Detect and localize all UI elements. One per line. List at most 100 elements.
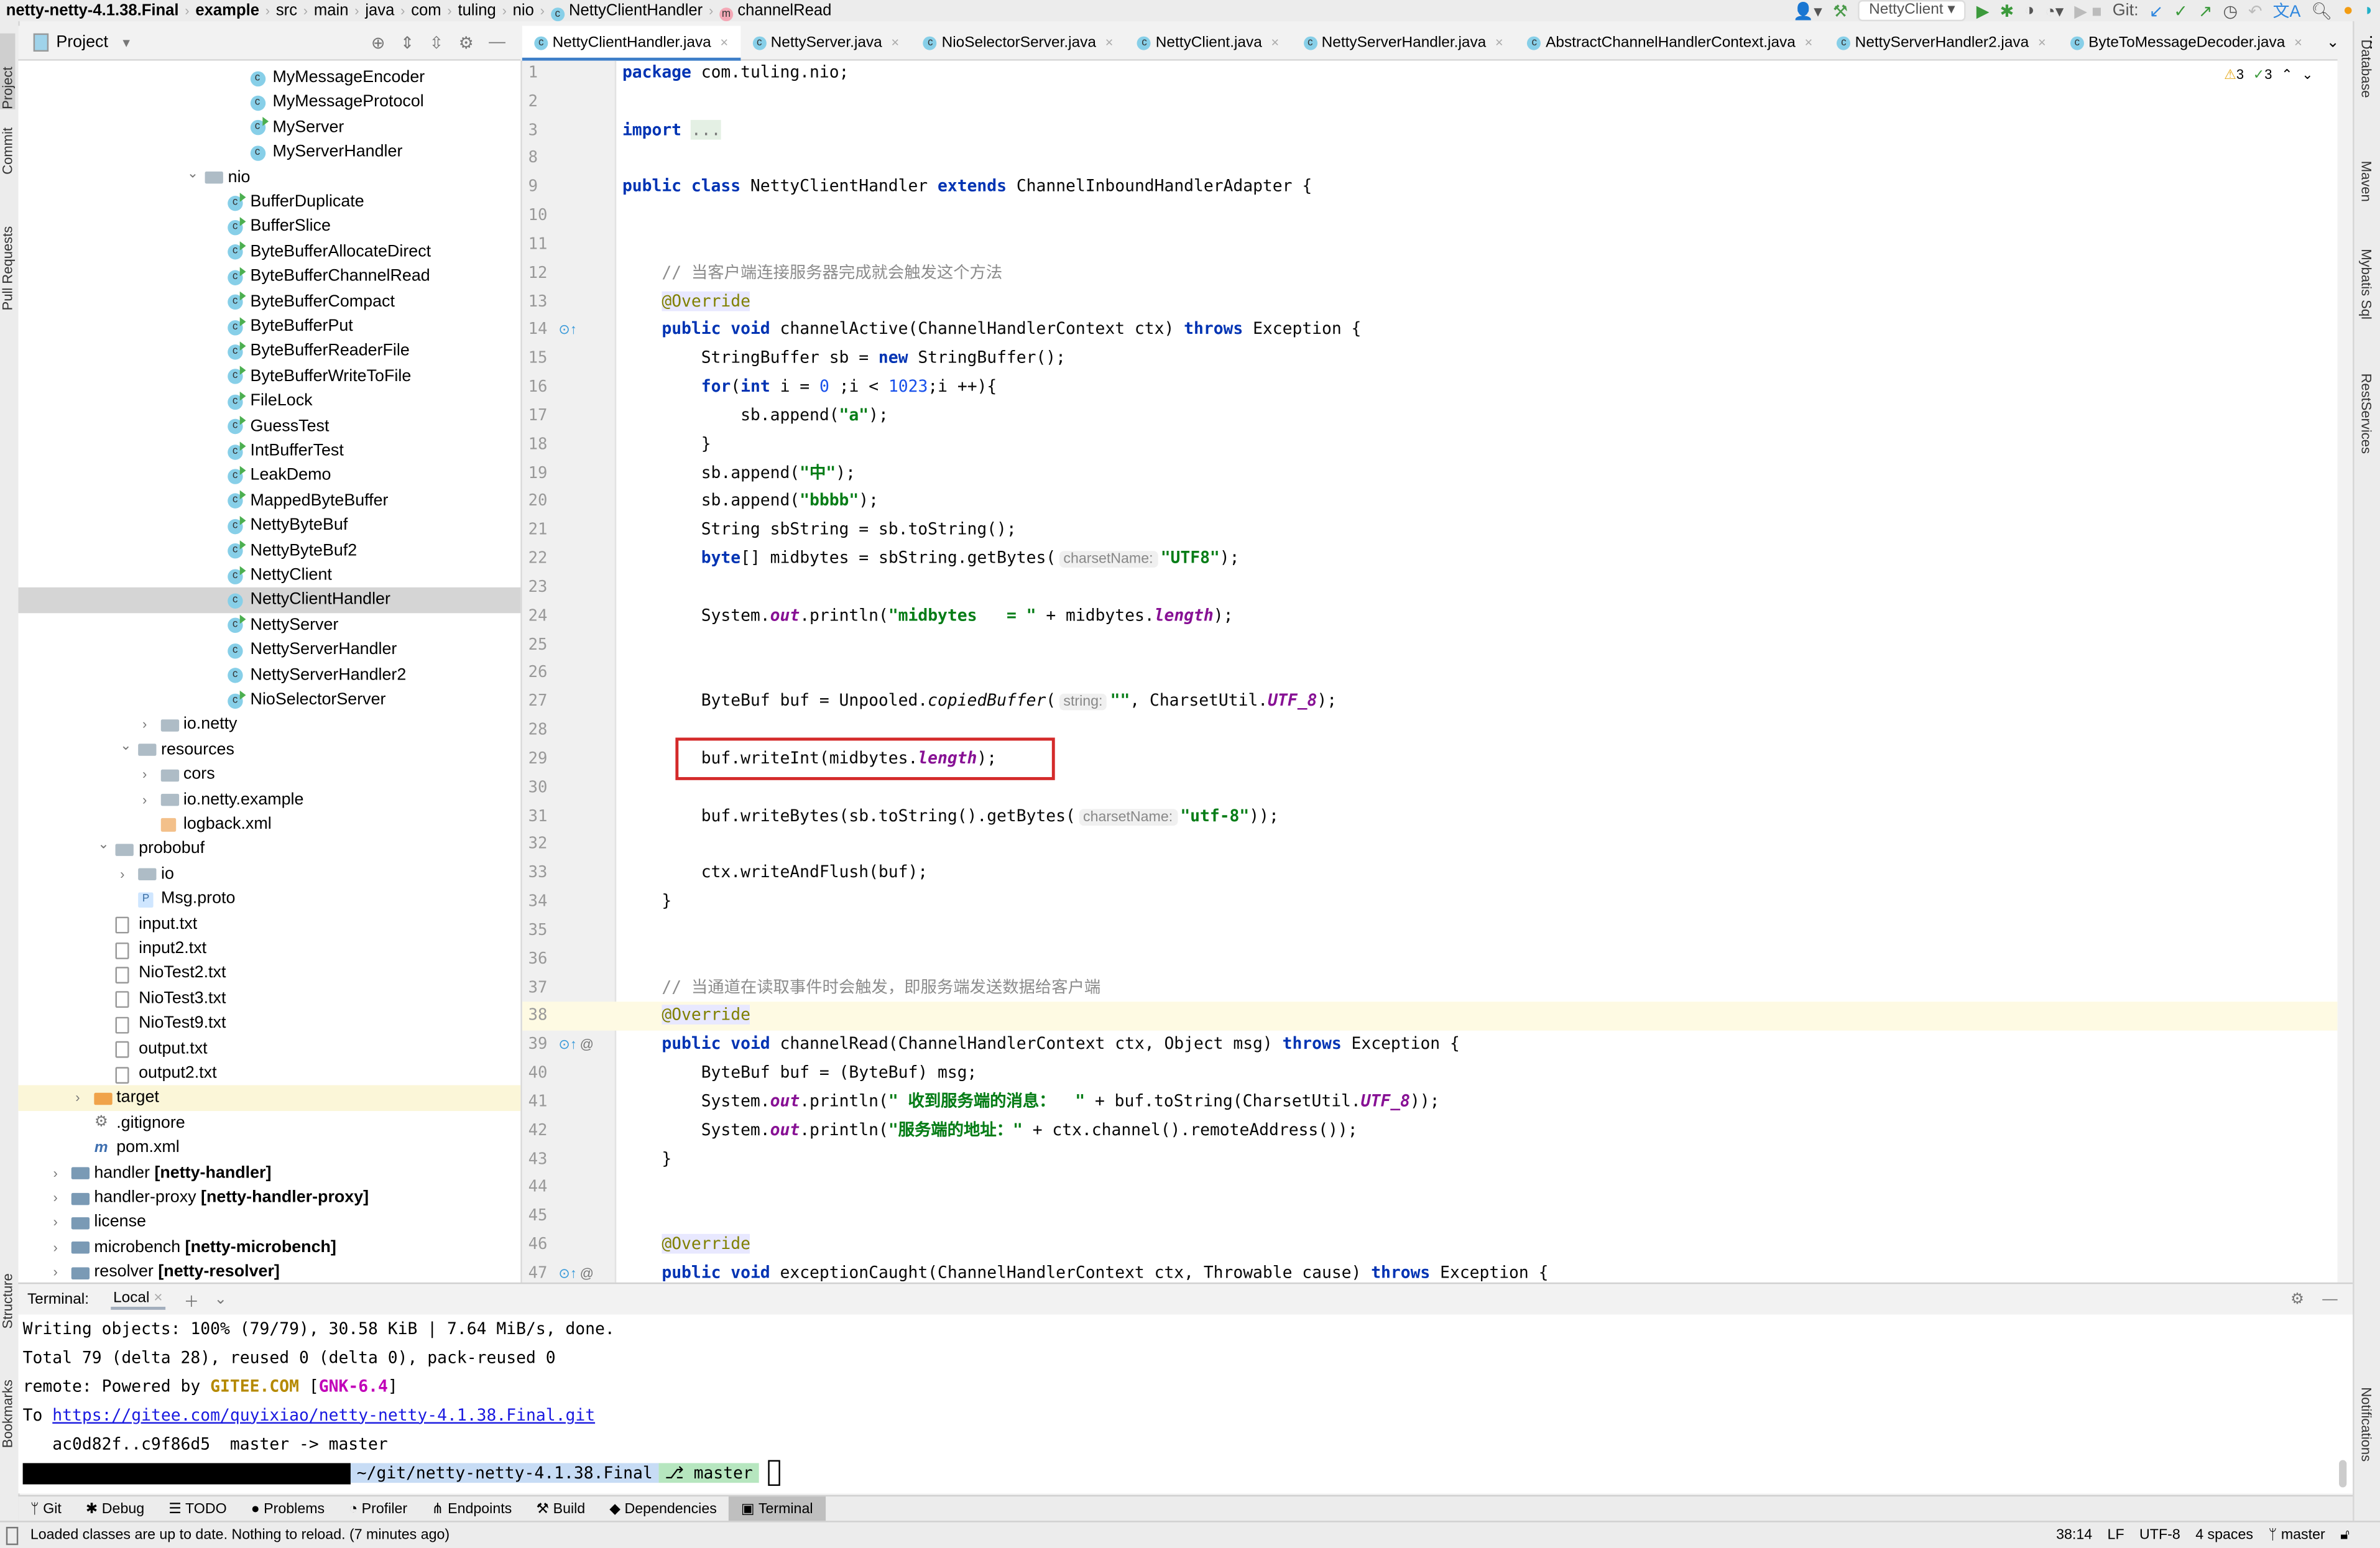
tree-item[interactable]: c GuessTest [18, 413, 520, 438]
history-icon[interactable]: ◷ [2223, 1, 2237, 21]
close-icon[interactable]: × [1804, 35, 1812, 50]
project-view-select[interactable]: Project [56, 34, 108, 52]
tool-window-terminal[interactable]: ▣ Terminal [729, 1496, 826, 1523]
user-icon[interactable]: 👤▾ [1793, 1, 1822, 21]
run-icon[interactable]: ▶ [1976, 1, 1990, 21]
tool-window-commit[interactable]: Commit [0, 127, 15, 175]
tree-item[interactable]: P Msg.proto [18, 887, 520, 911]
tree-item[interactable]: ⌄ nio [18, 165, 520, 190]
tool-window-dependencies[interactable]: ◆ Dependencies [597, 1496, 729, 1523]
terminal-link[interactable]: https://gitee.com/quyixiao/netty-netty-4… [52, 1405, 595, 1425]
tree-item[interactable]: c ByteBufferCompact [18, 289, 520, 314]
breadcrumb-item[interactable]: netty-netty-4.1.38.Final [0, 1, 185, 19]
terminal-cursor[interactable] [768, 1460, 780, 1486]
tool-window-pull-requests[interactable]: Pull Requests [0, 226, 15, 311]
indent-setting[interactable]: 4 spaces [2195, 1527, 2253, 1544]
tabs-overflow-icon[interactable]: ⌄ [2314, 26, 2351, 60]
tool-window-problems[interactable]: ● Problems [239, 1496, 337, 1523]
ide-update-icon[interactable]: ● [2343, 1, 2353, 19]
close-icon[interactable]: × [2294, 35, 2302, 50]
tree-item[interactable]: c NettyClientHandler [18, 587, 521, 613]
expand-all-icon[interactable]: ⇕ [400, 32, 415, 52]
breadcrumb-item[interactable]: nio [507, 1, 540, 19]
hide-panel-icon[interactable]: — [2322, 1291, 2337, 1307]
cursor-position[interactable]: 38:14 [2056, 1527, 2092, 1544]
tree-item[interactable]: › resolver [netty-resolver] [18, 1260, 520, 1283]
breadcrumb-item[interactable]: java [359, 1, 401, 19]
more-options-icon[interactable]: ⋮ [2351, 26, 2380, 60]
chevron-right-icon[interactable]: › [142, 712, 147, 737]
next-highlight-icon[interactable]: ⌄ [2302, 67, 2313, 83]
override-icon[interactable]: ⊙↑ [558, 316, 576, 345]
tree-item[interactable]: input.txt [18, 911, 520, 936]
tool-window-profiler[interactable]: ◔ Profiler [337, 1496, 420, 1523]
close-icon[interactable]: × [154, 1289, 162, 1306]
tree-item[interactable]: c LeakDemo [18, 464, 520, 489]
tree-item[interactable]: c BufferSlice [18, 214, 520, 239]
override-icon[interactable]: ⊙↑ [558, 1031, 576, 1059]
gear-icon[interactable]: ⚙ [459, 32, 474, 52]
git-branch[interactable]: ᛘ master [2268, 1527, 2325, 1544]
editor-tab[interactable]: c NioSelectorServer.java × [911, 26, 1125, 60]
editor-tab[interactable]: c NettyServer.java × [740, 26, 911, 60]
tool-window-bookmarks[interactable]: Bookmarks [0, 1380, 15, 1448]
editor-tab[interactable]: c NettyServerHandler2.java × [1825, 26, 2058, 60]
tree-item[interactable]: › target [18, 1085, 521, 1111]
breadcrumb-item[interactable]: example [190, 1, 265, 19]
breadcrumb-item[interactable]: tuling [452, 1, 502, 19]
tree-item[interactable]: c NettyServer [18, 613, 520, 638]
tree-item[interactable]: › license [18, 1210, 520, 1235]
gear-icon[interactable]: ⚙ [2290, 1291, 2304, 1307]
tool-window-restservices[interactable]: RestServices [2359, 374, 2374, 454]
chevron-right-icon[interactable]: › [53, 1186, 57, 1210]
tree-item[interactable]: c NettyServerHandler [18, 638, 520, 663]
rollback-icon[interactable]: ↶ [2248, 1, 2262, 21]
tree-item[interactable]: › io [18, 862, 520, 887]
tree-item[interactable]: c MyServer [18, 115, 520, 140]
breadcrumb-item[interactable]: c NettyClientHandler [545, 1, 709, 21]
tree-item[interactable]: ⚙ .gitignore [18, 1111, 520, 1136]
close-icon[interactable]: × [1495, 35, 1503, 50]
breadcrumb-item[interactable]: m channelRead [713, 1, 837, 21]
tree-item[interactable]: c NettyByteBuf2 [18, 538, 520, 563]
editor-tab[interactable]: c NettyServerHandler.java × [1291, 26, 1515, 60]
hide-panel-icon[interactable]: — [489, 32, 505, 52]
chevron-down-icon[interactable]: ⌄ [214, 1291, 226, 1307]
stop-icon[interactable]: ▶ ■ [2074, 1, 2101, 21]
inspection-widget[interactable]: ⚠3 ✓3 ⌃ ⌄ [2224, 67, 2313, 83]
line-separator[interactable]: LF [2108, 1527, 2124, 1544]
chevron-down-icon[interactable]: ⌄ [120, 733, 131, 758]
git-update-icon[interactable]: ↙ [2149, 1, 2164, 21]
chevron-right-icon[interactable]: › [53, 1161, 57, 1186]
code-editor[interactable]: 1 package com.tuling.nio; 2 3 import ... 8 9 pu… [522, 60, 2338, 1283]
tree-item[interactable]: ⌄ resources [18, 737, 520, 762]
locate-file-icon[interactable]: ⊕ [371, 32, 385, 52]
tree-item[interactable]: input2.txt [18, 936, 520, 961]
tool-window-mybatis-sql[interactable]: Mybatis Sql [2359, 249, 2374, 320]
tree-item[interactable]: NioTest2.txt [18, 961, 520, 986]
tree-item[interactable]: c ByteBufferReaderFile [18, 339, 520, 364]
tool-window-todo[interactable]: ☰ TODO [157, 1496, 239, 1523]
jetbrains-logo-icon[interactable]: ◗ [2364, 1, 2374, 19]
tool-window-build[interactable]: ⚒ Build [524, 1496, 597, 1523]
tree-item[interactable]: › cors [18, 762, 520, 787]
tree-item[interactable]: output2.txt [18, 1061, 520, 1085]
tool-window-maven[interactable]: Maven [2359, 161, 2374, 202]
tree-item[interactable]: c ByteBufferPut [18, 314, 520, 339]
chevron-down-icon[interactable]: ⌄ [98, 832, 109, 857]
chevron-right-icon[interactable]: › [142, 787, 147, 812]
chevron-down-icon[interactable]: ⌄ [187, 160, 198, 185]
coverage-icon[interactable]: ◑ [2024, 1, 2034, 19]
breadcrumb-item[interactable]: src [270, 1, 303, 19]
tree-item[interactable]: c BufferDuplicate [18, 190, 520, 214]
tree-item[interactable]: ⌄ probobuf [18, 837, 520, 862]
tree-item[interactable]: c ByteBufferChannelRead [18, 264, 520, 289]
editor-tab[interactable]: c NettyClient.java × [1125, 26, 1291, 60]
tool-window-project[interactable]: Project [0, 33, 16, 109]
close-icon[interactable]: × [2038, 35, 2046, 50]
chevron-right-icon[interactable]: › [120, 862, 124, 887]
chevron-right-icon[interactable]: › [53, 1260, 57, 1283]
chevron-right-icon[interactable]: › [142, 762, 147, 787]
git-commit-icon[interactable]: ✓ [2174, 1, 2188, 21]
chevron-down-icon[interactable]: ▼ [120, 35, 132, 49]
